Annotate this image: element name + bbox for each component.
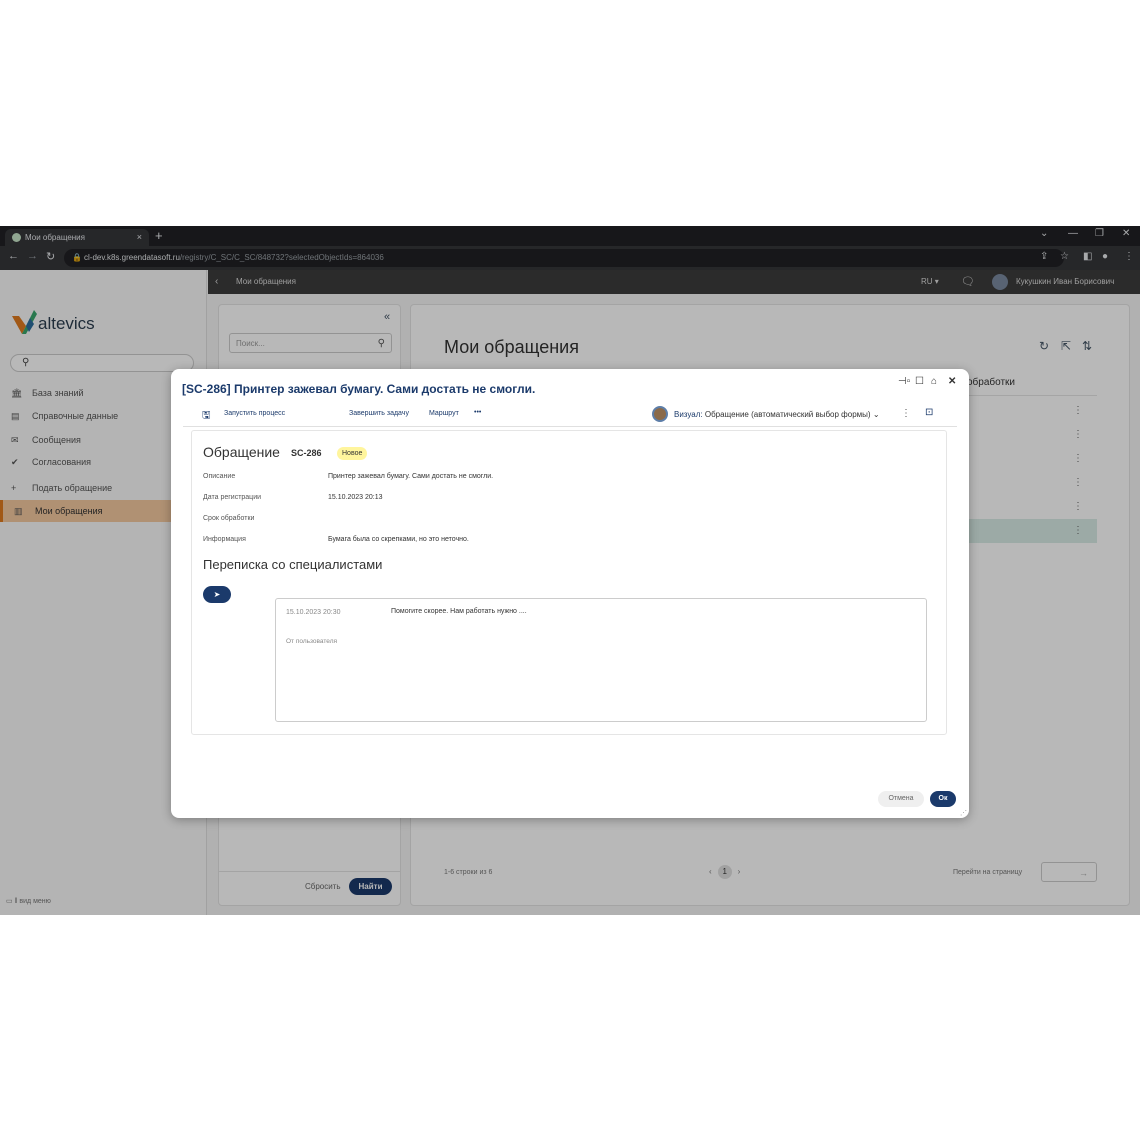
visual-value: Обращение (автоматический выбор формы) — [704, 410, 871, 419]
request-id: SC-286 — [291, 448, 322, 458]
field-label-deadline: Срок обработки — [203, 515, 255, 522]
ok-button[interactable]: Ок — [930, 791, 956, 807]
finish-task-button[interactable]: Завершить задачу — [349, 410, 409, 417]
field-label-registration-date: Дата регистрации — [203, 494, 262, 501]
visual-selector[interactable]: Визуал: Обращение (автоматический выбор … — [674, 410, 880, 419]
resize-handle-icon[interactable]: ⋰ — [960, 809, 967, 817]
save-icon[interactable]: 🖫 — [202, 408, 211, 425]
request-form: Обращение SC-286 Новое Описание Принтер … — [191, 430, 947, 735]
status-badge: Новое — [337, 447, 368, 460]
form-title: Обращение — [203, 444, 280, 460]
dialog-toolbar: 🖫 Запустить процесс Завершить задачу Мар… — [183, 405, 957, 427]
start-process-button[interactable]: Запустить процесс — [224, 410, 285, 417]
field-value-registration-date: 15.10.2023 20:13 — [328, 494, 383, 501]
maximize-icon[interactable]: ☐ — [915, 376, 924, 387]
more-actions-icon[interactable]: ••• — [474, 409, 481, 416]
message-text: Помогите скорее. Нам работать нужно .... — [391, 608, 527, 615]
collapse-icon[interactable]: ⌂ — [931, 376, 937, 387]
message-author: От пользователя — [286, 638, 338, 645]
correspondence-title: Переписка со специалистами — [203, 557, 383, 572]
send-message-button[interactable]: ➤ — [203, 586, 231, 603]
visual-label: Визуал: — [674, 410, 703, 419]
message-time: 15.10.2023 20:30 — [286, 609, 341, 616]
paper-plane-icon: ➤ — [213, 590, 221, 599]
chevron-down-icon: ⌄ — [872, 410, 880, 419]
cast-icon[interactable]: ⊡ — [925, 407, 933, 418]
visual-avatar — [652, 406, 668, 422]
screen: Мои обращения × + ⌄ — ❐ ✕ ← → ↻ 🔒 cl-dev… — [0, 226, 1140, 915]
field-value-information: Бумага была со скрепками, но это неточно… — [328, 536, 469, 543]
message-list: 15.10.2023 20:30 Помогите скорее. Нам ра… — [275, 598, 927, 722]
dialog-close-icon[interactable]: ✕ — [948, 376, 956, 387]
dialog-title: [SC-286] Принтер зажевал бумагу. Сами до… — [182, 382, 536, 396]
field-label-information: Информация — [203, 536, 246, 543]
request-dialog: [SC-286] Принтер зажевал бумагу. Сами до… — [171, 369, 969, 818]
cancel-button[interactable]: Отмена — [878, 791, 924, 807]
route-button[interactable]: Маршрут — [429, 410, 459, 417]
field-label-description: Описание — [203, 473, 236, 480]
undock-icon[interactable]: ⊣▫ — [898, 376, 910, 387]
field-value-description: Принтер зажевал бумагу. Сами достать не … — [328, 473, 494, 480]
toolbar-menu-icon[interactable]: ⋮ — [901, 408, 911, 419]
